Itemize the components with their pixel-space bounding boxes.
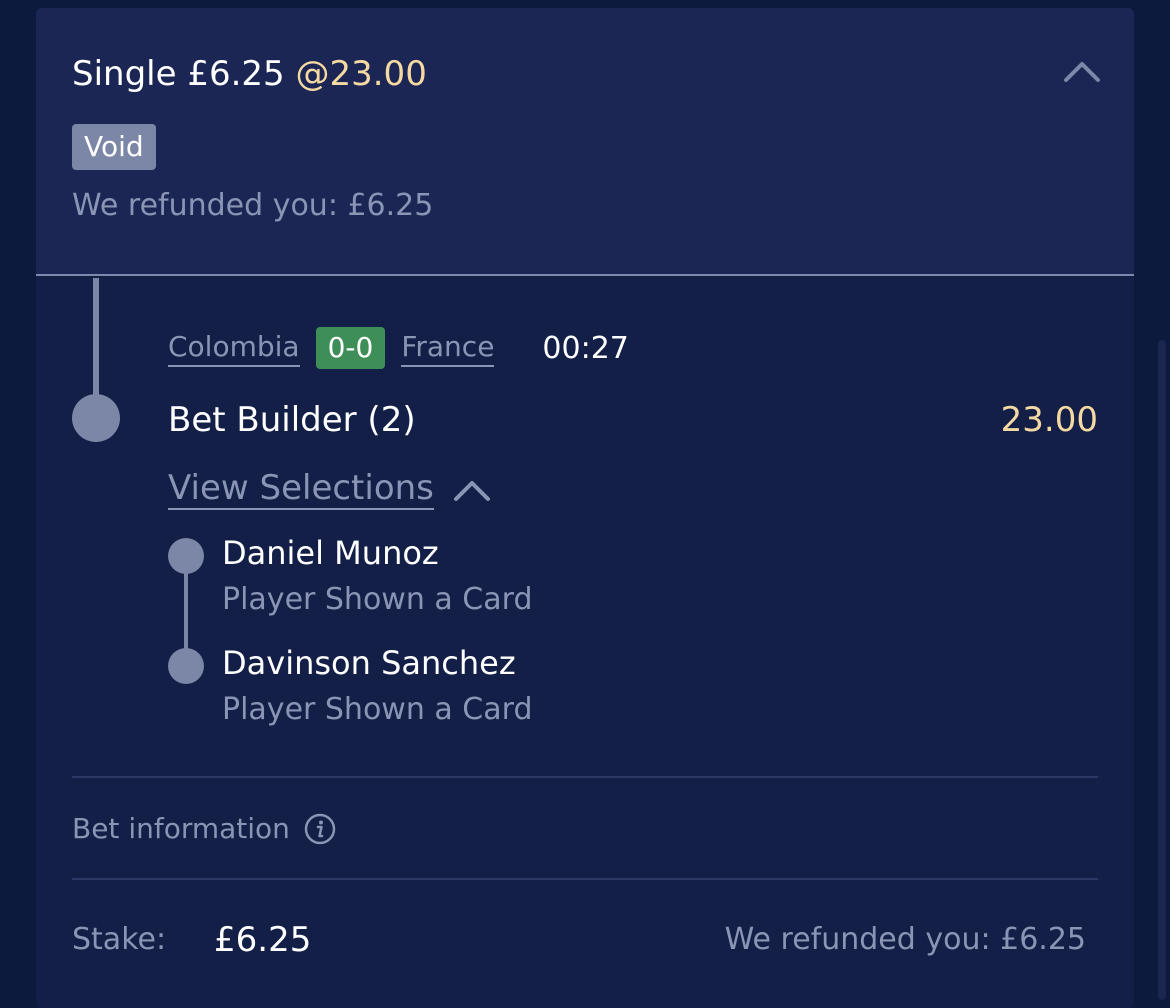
bet-information-label: Bet information [72, 812, 290, 845]
home-team-link[interactable]: Colombia [168, 329, 300, 367]
divider [72, 878, 1098, 880]
chevron-up-icon [1064, 62, 1100, 82]
stake-label: Stake: [72, 922, 167, 957]
selection-market: Player Shown a Card [222, 582, 533, 617]
view-selections-link[interactable]: View Selections [168, 468, 434, 510]
market-odds: 23.00 [1000, 400, 1098, 440]
selection-market: Player Shown a Card [222, 692, 533, 727]
timeline-connector [93, 278, 99, 400]
bet-type-stake: Single £6.25 [72, 54, 285, 94]
bet-odds: @23.00 [295, 54, 427, 94]
bet-card: Single £6.25 @23.00 Void We refunded you… [36, 8, 1134, 1008]
market-name: Bet Builder (2) [168, 400, 416, 440]
score-badge: 0-0 [315, 327, 386, 369]
info-icon[interactable] [304, 813, 336, 845]
divider [72, 776, 1098, 778]
away-team-link[interactable]: France [401, 329, 495, 367]
timeline-dot [72, 394, 120, 442]
match-row: Colombia 0-0 France 00:27 [168, 326, 629, 370]
selection-player-name: Davinson Sanchez [222, 644, 516, 682]
view-selections-toggle[interactable]: View Selections [168, 468, 492, 510]
scrollbar[interactable] [1158, 340, 1166, 1000]
selection-player-name: Daniel Munoz [222, 534, 439, 572]
status-badge: Void [72, 124, 156, 170]
bet-title: Single £6.25 @23.00 [72, 54, 427, 94]
refund-amount: We refunded you: £6.25 [724, 922, 1086, 957]
bet-card-header[interactable]: Single £6.25 @23.00 Void We refunded you… [36, 8, 1134, 276]
selection-dot [168, 648, 204, 684]
collapse-button[interactable] [1062, 52, 1102, 92]
stake-value: £6.25 [214, 920, 312, 960]
selection-dot [168, 538, 204, 574]
refund-summary: We refunded you: £6.25 [72, 188, 434, 223]
chevron-up-icon [453, 481, 490, 501]
bet-information-row[interactable]: Bet information [72, 812, 336, 845]
match-clock: 00:27 [542, 330, 629, 366]
